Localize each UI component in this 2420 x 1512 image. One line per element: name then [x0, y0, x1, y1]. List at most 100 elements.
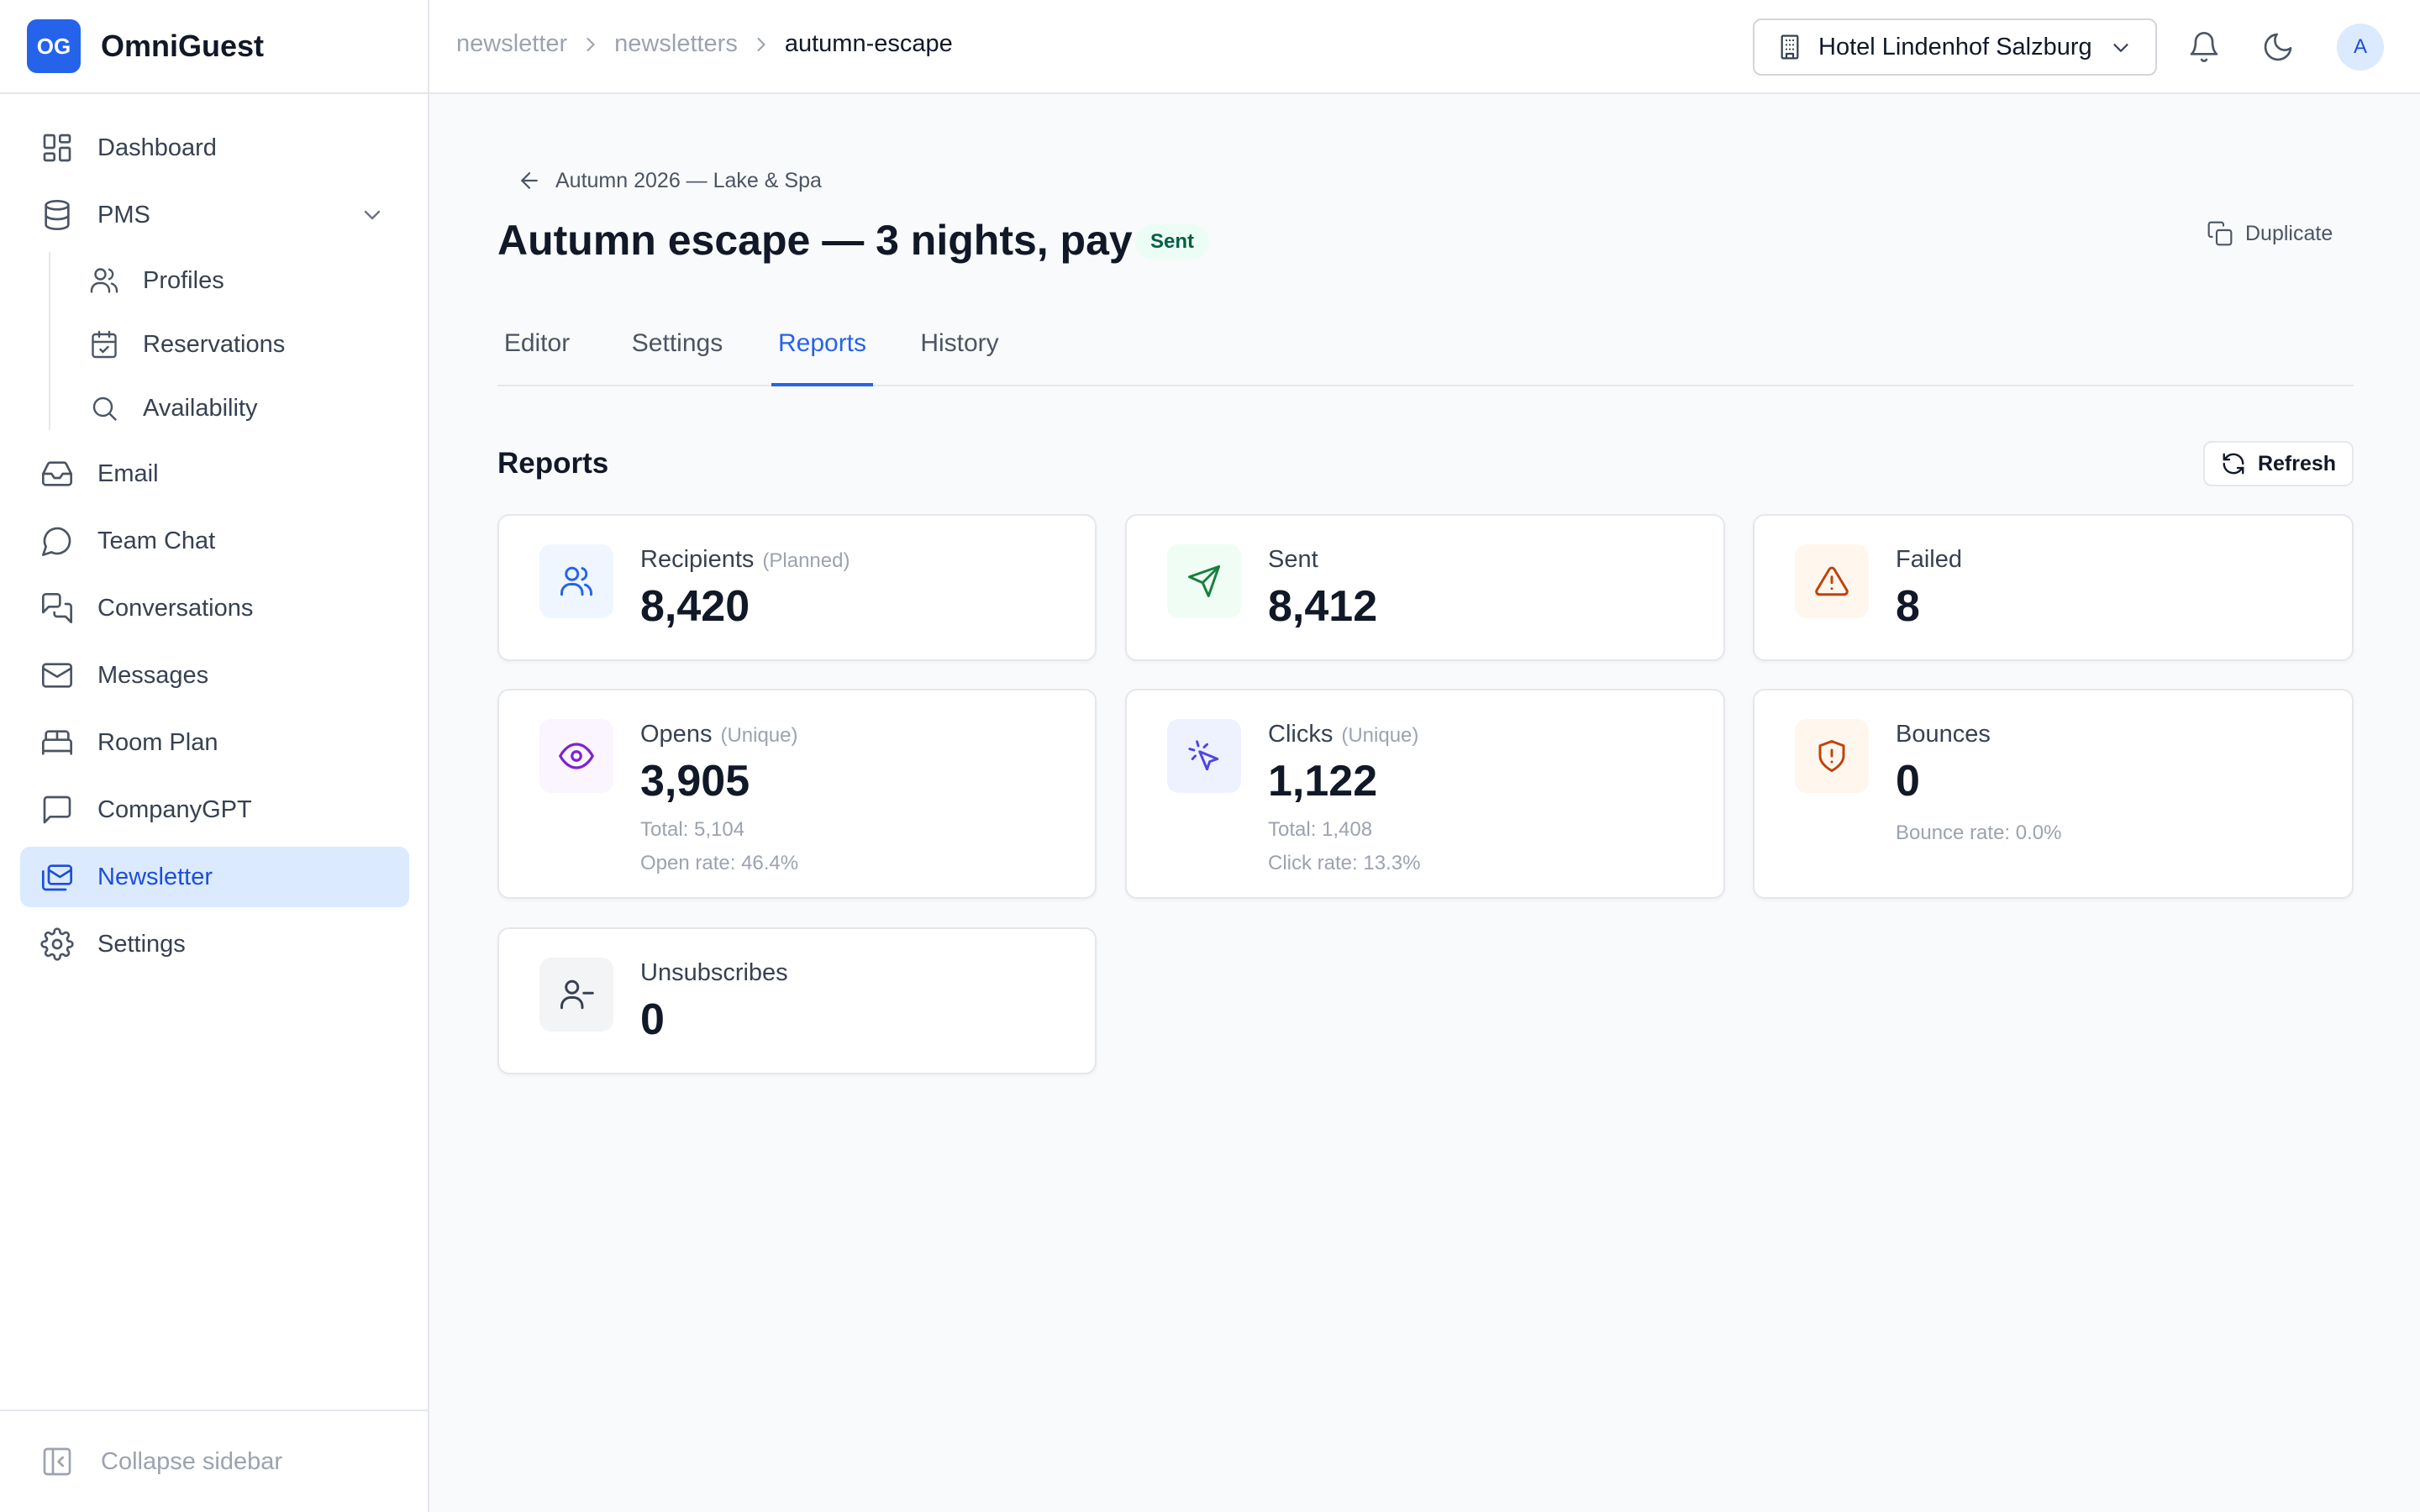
recipients-label: Recipients (Planned): [640, 546, 850, 574]
brand[interactable]: OG OmniGuest: [0, 0, 428, 94]
refresh-label: Refresh: [2257, 451, 2337, 475]
unsubscribes-card: Unsubscribes 0: [497, 927, 1097, 1074]
clicks-total: Total: 1,408: [1268, 818, 1373, 841]
recipients-value: 8,420: [640, 582, 750, 631]
bounces-label: Bounces: [1896, 721, 1991, 748]
unsubscribes-icon-box: [539, 958, 613, 1032]
sidebar-nav: Dashboard PMS Profiles Reservations Avai…: [0, 118, 429, 981]
sidebar-item-dashboard[interactable]: Dashboard: [20, 118, 409, 178]
clicks-note: (Unique): [1341, 724, 1419, 747]
sent-label: Sent: [1268, 546, 1318, 573]
chevron-down-icon: [2113, 44, 2128, 52]
panel-left-collapse-icon: [43, 1447, 71, 1476]
sidebar-item-label: Profiles: [143, 266, 224, 294]
opens-value: 3,905: [640, 757, 750, 806]
topbar: newsletter newsletters autumn-escape Hot…: [429, 0, 2420, 94]
bed-icon: [42, 730, 72, 755]
sidebar-item-pms[interactable]: PMS: [20, 185, 409, 245]
message-square-icon: [43, 795, 71, 824]
clicks-label: Clicks (Unique): [1268, 721, 1418, 748]
chevron-right-icon: [757, 37, 765, 51]
sidebar-item-label: CompanyGPT: [97, 795, 252, 823]
chevron-down-icon[interactable]: [359, 202, 386, 228]
opens-note: (Unique): [720, 724, 798, 747]
tab-history[interactable]: History: [913, 321, 1006, 386]
sidebar-item-label: PMS: [97, 201, 150, 228]
sidebar-item-profiles[interactable]: Profiles: [49, 252, 429, 309]
avatar[interactable]: A: [2337, 24, 2384, 71]
unsubscribes-label: Unsubscribes: [640, 959, 788, 986]
tab-settings[interactable]: Settings: [625, 321, 729, 386]
breadcrumb: newsletter newsletters autumn-escape: [456, 30, 953, 58]
failed-card: Failed 8: [1753, 514, 2354, 661]
opens-card: Opens (Unique) 3,905 Total: 5,104 Open ra…: [497, 689, 1097, 899]
bounces-rate: Bounce rate: 0.0%: [1896, 822, 2062, 844]
failed-label: Failed: [1896, 546, 1962, 573]
sidebar-item-messages[interactable]: Messages: [20, 645, 409, 706]
opens-icon-box: [539, 719, 613, 793]
users-icon: [90, 268, 118, 293]
recipients-icon-box: [539, 544, 613, 618]
tab-editor[interactable]: Editor: [497, 321, 576, 386]
opens-rate: Open rate: 46.4%: [640, 852, 799, 874]
moon-icon[interactable]: [2261, 30, 2295, 64]
tab-reports[interactable]: Reports: [771, 321, 873, 386]
sidebar-item-availability[interactable]: Availability: [49, 380, 429, 437]
hotel-selector-label: Hotel Lindenhof Salzburg: [1818, 33, 2092, 60]
shield-alert-icon: [1818, 740, 1845, 772]
sidebar-item-label: Reservations: [143, 330, 286, 358]
status-badge: Sent: [1135, 224, 1210, 260]
sidebar-item-email[interactable]: Email: [20, 444, 409, 504]
sidebar-item-label: Room Plan: [97, 728, 218, 756]
sidebar-item-team-chat[interactable]: Team Chat: [20, 511, 409, 571]
main-content: Autumn 2026 — Lake & Spa Autumn escape —…: [429, 94, 2420, 1512]
chat-bubble-icon: [42, 527, 71, 556]
sidebar-item-label: Availability: [143, 394, 258, 422]
recipients-card: Recipients (Planned) 8,420: [497, 514, 1097, 661]
building-icon: [1781, 34, 1799, 60]
collapse-sidebar-label: Collapse sidebar: [101, 1447, 283, 1475]
users-icon: [560, 566, 592, 596]
bounces-card: Bounces 0 Bounce rate: 0.0%: [1753, 689, 2354, 899]
refresh-button[interactable]: Refresh: [2203, 441, 2354, 486]
mail-icon: [42, 663, 72, 688]
bounces-value: 0: [1896, 757, 1920, 806]
duplicate-label: Duplicate: [2245, 221, 2333, 245]
breadcrumb-newsletter[interactable]: newsletter: [456, 30, 567, 58]
opens-label: Opens (Unique): [640, 721, 798, 748]
sidebar-item-label: Team Chat: [97, 527, 216, 554]
arrow-left-icon: [521, 172, 538, 189]
unsubscribes-value: 0: [640, 995, 665, 1044]
sidebar-item-newsletter[interactable]: Newsletter: [20, 847, 409, 907]
send-icon: [1188, 565, 1220, 597]
search-icon: [92, 396, 117, 421]
opens-total: Total: 5,104: [640, 818, 745, 841]
sidebar-item-settings[interactable]: Settings: [20, 914, 409, 974]
database-icon: [45, 200, 70, 230]
page-title: Autumn escape — 3 nights, pay 2: [497, 217, 1168, 264]
sidebar: OG OmniGuest Dashboard PMS Profiles Rese…: [0, 0, 429, 1512]
hotel-selector[interactable]: Hotel Lindenhof Salzburg: [1753, 18, 2157, 76]
failed-value: 8: [1896, 582, 1920, 631]
duplicate-button[interactable]: Duplicate: [2207, 220, 2333, 247]
sidebar-item-companygpt[interactable]: CompanyGPT: [20, 780, 409, 840]
sidebar-item-room-plan[interactable]: Room Plan: [20, 712, 409, 773]
collapse-sidebar-button[interactable]: Collapse sidebar: [0, 1410, 428, 1512]
sidebar-item-label: Messages: [97, 661, 209, 689]
sidebar-item-reservations[interactable]: Reservations: [49, 316, 429, 373]
sent-icon-box: [1167, 544, 1241, 618]
clicks-card: Clicks (Unique) 1,122 Total: 1,408 Click …: [1125, 689, 1725, 899]
pms-subnav: Profiles Reservations Availability: [49, 252, 429, 437]
back-link[interactable]: Autumn 2026 — Lake & Spa: [517, 168, 822, 193]
breadcrumb-newsletters[interactable]: newsletters: [614, 30, 738, 58]
sidebar-item-conversations[interactable]: Conversations: [20, 578, 409, 638]
bell-icon[interactable]: [2187, 30, 2221, 64]
chevron-right-icon: [587, 37, 595, 51]
sidebar-item-label: Dashboard: [97, 134, 217, 161]
sidebar-item-label: Email: [97, 459, 159, 487]
clicks-icon-box: [1167, 719, 1241, 793]
calendar-check-icon: [92, 330, 117, 359]
mails-icon: [42, 864, 73, 891]
breadcrumb-current: autumn-escape: [784, 30, 953, 57]
dashboard-icon: [43, 134, 71, 162]
